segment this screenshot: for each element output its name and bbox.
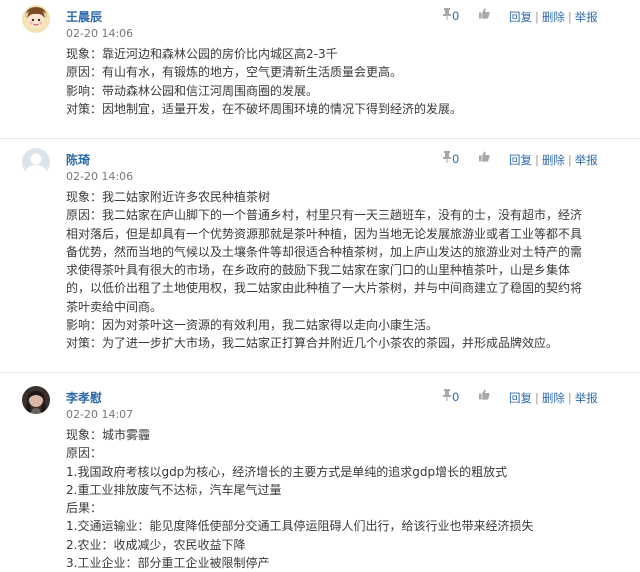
- avatar[interactable]: [22, 148, 50, 176]
- comment-item: 李孝慰 02-20 14:07 0 回复 | 删除 | 举报 现象：城市雾霾 原因： 1…: [0, 381, 640, 570]
- action-separator: |: [567, 10, 572, 24]
- comment-line: 现象：城市雾霾: [66, 428, 151, 442]
- report-button[interactable]: 举报: [575, 10, 598, 24]
- comment-line: 影响：带动森林公园和信江河周围商圈的发展。: [66, 83, 319, 98]
- comment-line: 现象：靠近河边和森林公园的房价比内城区高2-3千: [66, 47, 338, 61]
- action-separator: |: [567, 153, 572, 167]
- comment-line: 备优势，然而当地的气候以及土壤条件等却很适合种植茶树，加上庐山发达的旅游业对土特…: [66, 244, 583, 259]
- avatar[interactable]: [22, 5, 50, 33]
- comment-author[interactable]: 陈琦: [66, 151, 90, 168]
- comment-line: 对策：因地制宜，适量开发，在不破坏周围环境的情况下得到经济的发展。: [66, 101, 463, 116]
- comment-divider: [0, 372, 640, 373]
- report-button[interactable]: 举报: [575, 153, 598, 167]
- avatar[interactable]: [22, 386, 50, 414]
- comment-line: 2.重工业排放废气不达标，汽车尾气过量: [66, 482, 282, 497]
- action-links: 回复 | 删除 | 举报: [509, 9, 598, 25]
- action-separator: |: [535, 10, 539, 24]
- comment-actions: 0 回复 | 删除 | 举报: [443, 8, 613, 24]
- comment-line: 1.我国政府考核以gdp为核心，经济增长的主要方式是单纯的追求gdp增长的粗放式: [66, 464, 508, 479]
- thumbs-up-icon[interactable]: [479, 151, 490, 162]
- comment-line: 对策：为了进一步扩大市场，我二姑家正打算合并附近几个小茶农的茶园，并形成品牌效应…: [66, 336, 559, 351]
- comment-date: 02-20 14:06: [66, 27, 134, 40]
- reply-button[interactable]: 回复: [509, 10, 532, 24]
- action-links: 回复 | 删除 | 举报: [509, 390, 598, 406]
- reply-button[interactable]: 回复: [509, 153, 532, 167]
- comment-line: 1.交通运输业：能见度降低使部分交通工具停运阻碍人们出行，给该行业也带来经济损失: [66, 519, 534, 534]
- action-separator: |: [535, 391, 539, 405]
- comment-line: 2.农业：收成减少，农民收益下降: [66, 537, 246, 552]
- comment-body: 现象：我二姑家附近许多农民种植茶树 原因：我二姑家在庐山脚下的一个普通乡村，村里…: [66, 188, 610, 353]
- delete-button[interactable]: 删除: [542, 10, 565, 24]
- comment-author[interactable]: 王晨辰: [66, 8, 102, 25]
- comment-body: 现象：靠近河边和森林公园的房价比内城区高2-3千 原因：有山有水，有锻炼的地方，…: [66, 45, 610, 118]
- comment-line: 相对落后，但是却具有一个优势资源那就是茶叶种植，因为当地无论发展旅游业或者工业等…: [66, 226, 583, 241]
- comment-line: 原因：我二姑家在庐山脚下的一个普通乡村，村里只有一天三趟班车，没有的士，没有超市…: [66, 208, 583, 223]
- comment-line: 求使得茶叶具有很大的市场，在乡政府的鼓励下我二姑家在家门口的山里种植茶叶，山是乡…: [66, 263, 571, 278]
- comment-divider: [0, 138, 640, 139]
- comment-line: 的，以低价出租了土地使用权，我二姑家由此种植了一大片茶树，并与中间商建立了稳固的…: [66, 281, 583, 296]
- comment-date: 02-20 14:06: [66, 170, 134, 183]
- comment-line: 茶叶卖给中间商。: [66, 299, 163, 314]
- comment-actions: 0 回复 | 删除 | 举报: [443, 151, 613, 167]
- reply-button[interactable]: 回复: [509, 391, 532, 405]
- like-count: 0: [452, 152, 460, 166]
- comment-date: 02-20 14:07: [66, 408, 134, 421]
- delete-button[interactable]: 删除: [542, 391, 565, 405]
- action-separator: |: [567, 391, 572, 405]
- comment-line: 原因：有山有水，有锻炼的地方，空气更清新生活质量会更高。: [66, 65, 403, 80]
- delete-button[interactable]: 删除: [542, 153, 565, 167]
- report-button[interactable]: 举报: [575, 391, 598, 405]
- comment-item: 陈琦 02-20 14:06 0 回复 | 删除 | 举报 现象：我二姑家附近许多农民种…: [0, 143, 640, 373]
- thumbs-up-icon[interactable]: [479, 8, 490, 19]
- comment-line: 现象：我二姑家附近许多农民种植茶树: [66, 190, 271, 204]
- comment-line: 影响：因为对茶叶这一资源的有效利用，我二姑家得以走向小康生活。: [66, 318, 439, 333]
- comment-author[interactable]: 李孝慰: [66, 389, 102, 406]
- comment-body: 现象：城市雾霾 原因： 1.我国政府考核以gdp为核心，经济增长的主要方式是单纯…: [66, 426, 610, 572]
- comment-line: 原因：: [66, 446, 103, 461]
- action-separator: |: [535, 153, 539, 167]
- comment-actions: 0 回复 | 删除 | 举报: [443, 389, 613, 405]
- like-count: 0: [452, 390, 460, 404]
- like-count: 0: [452, 9, 460, 23]
- comment-line: 3.工业企业：部分重工企业被限制停产: [66, 556, 270, 571]
- pin-icon[interactable]: [443, 389, 451, 401]
- pin-icon[interactable]: [443, 8, 451, 20]
- pin-icon[interactable]: [443, 151, 451, 163]
- thumbs-up-icon[interactable]: [479, 389, 490, 400]
- action-links: 回复 | 删除 | 举报: [509, 152, 598, 168]
- comment-item: 王晨辰 02-20 14:06 0 回复 | 删除 | 举报 现象：靠近河边和森林公园的…: [0, 0, 640, 135]
- comment-line: 后果：: [66, 501, 103, 516]
